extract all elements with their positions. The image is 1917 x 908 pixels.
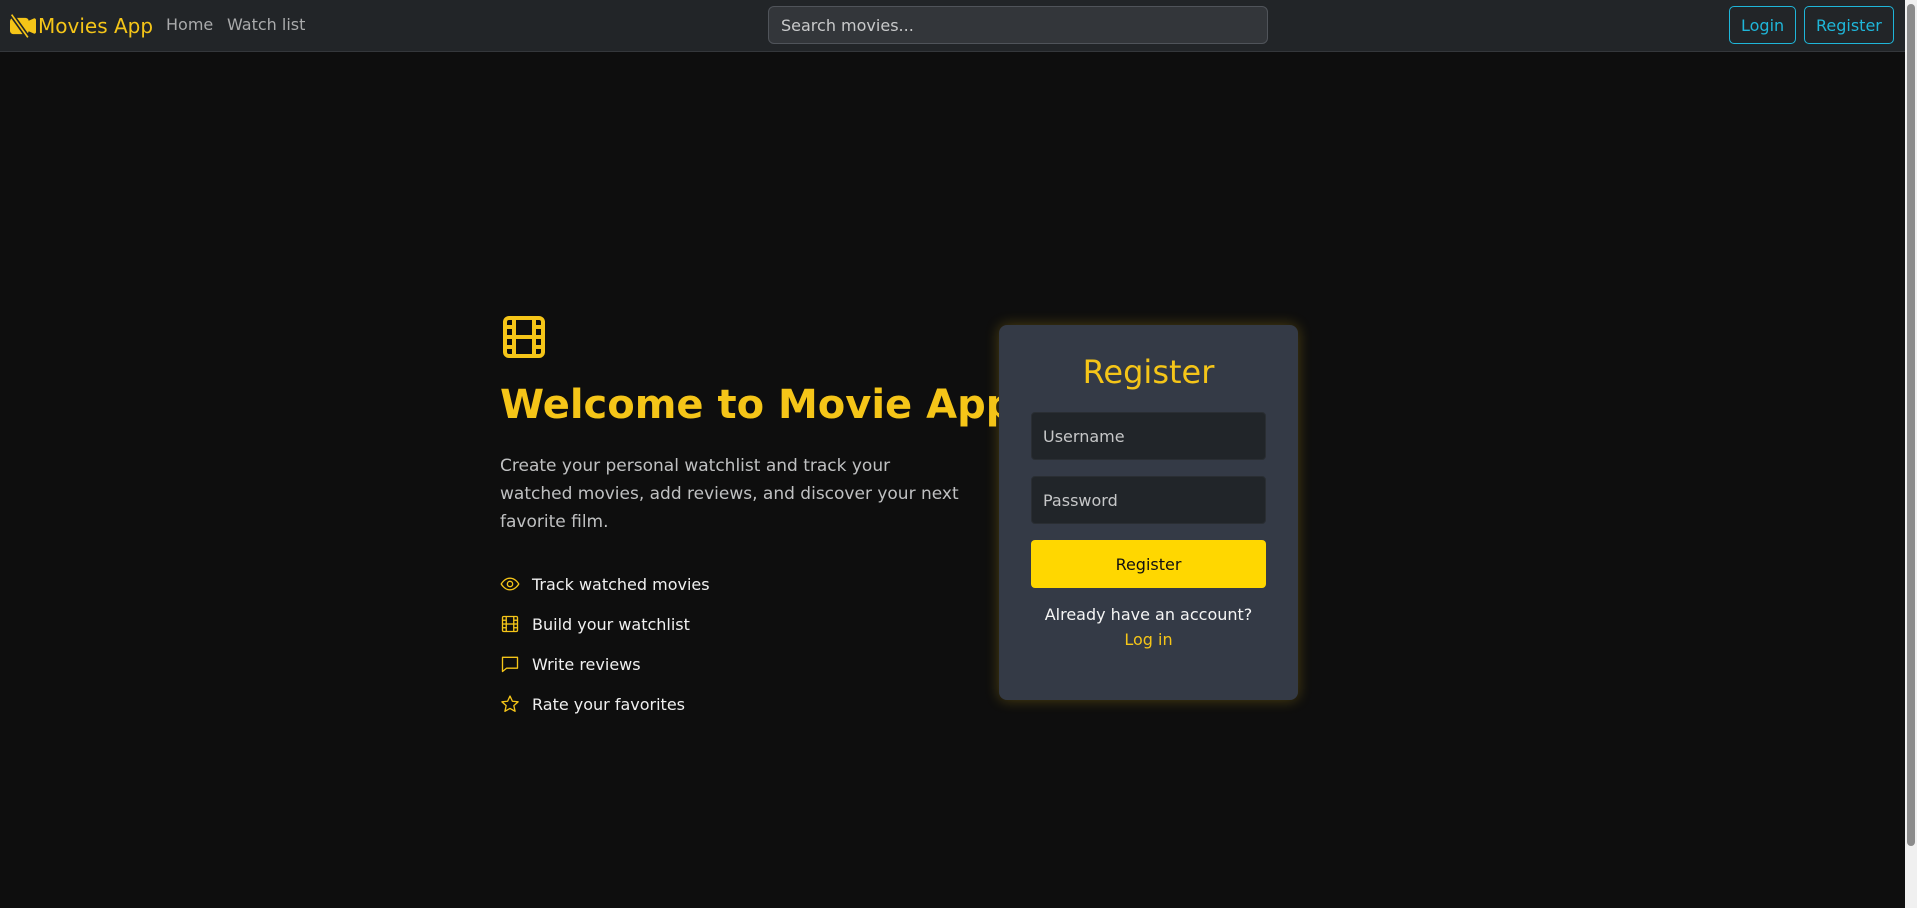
- feature-item: Build your watchlist: [500, 604, 710, 644]
- scrollbar-thumb[interactable]: [1907, 4, 1915, 846]
- navbar: Movies App Home Watch list Login Registe…: [0, 0, 1905, 52]
- nav-link-watch-list[interactable]: Watch list: [227, 15, 305, 34]
- feature-item: Write reviews: [500, 644, 710, 684]
- star-icon: [501, 695, 519, 712]
- nav-link-home[interactable]: Home: [166, 15, 213, 34]
- register-submit-button[interactable]: Register: [1031, 540, 1266, 588]
- brand-label: Movies App: [38, 14, 154, 38]
- register-card: Register Register Already have an accoun…: [999, 325, 1298, 700]
- login-button[interactable]: Login: [1729, 6, 1797, 44]
- search-input[interactable]: [768, 6, 1268, 44]
- register-button[interactable]: Register: [1804, 6, 1894, 44]
- feature-label: Rate your favorites: [532, 694, 686, 714]
- feature-label: Write reviews: [532, 654, 641, 674]
- register-title: Register: [1082, 353, 1215, 391]
- login-link[interactable]: Log in: [999, 630, 1298, 649]
- brand-link[interactable]: Movies App: [10, 12, 153, 40]
- feature-list: Track watched movies Build your watchlis…: [500, 564, 710, 724]
- hero-description: Create your personal watchlist and track…: [500, 456, 959, 532]
- hero-title: Welcome to Movie App: [500, 382, 1015, 428]
- film-icon: [503, 316, 545, 358]
- password-field[interactable]: [1031, 476, 1266, 524]
- feature-label: Build your watchlist: [532, 614, 690, 634]
- feature-label: Track watched movies: [532, 574, 710, 594]
- username-field[interactable]: [1031, 412, 1266, 460]
- account-prompt: Already have an account?: [1044, 605, 1253, 624]
- feature-item: Track watched movies: [500, 564, 710, 604]
- film-icon: [501, 615, 519, 633]
- chat-icon: [501, 656, 519, 673]
- camera-off-icon: [10, 14, 36, 38]
- eye-icon: [500, 577, 520, 591]
- feature-item: Rate your favorites: [500, 684, 710, 724]
